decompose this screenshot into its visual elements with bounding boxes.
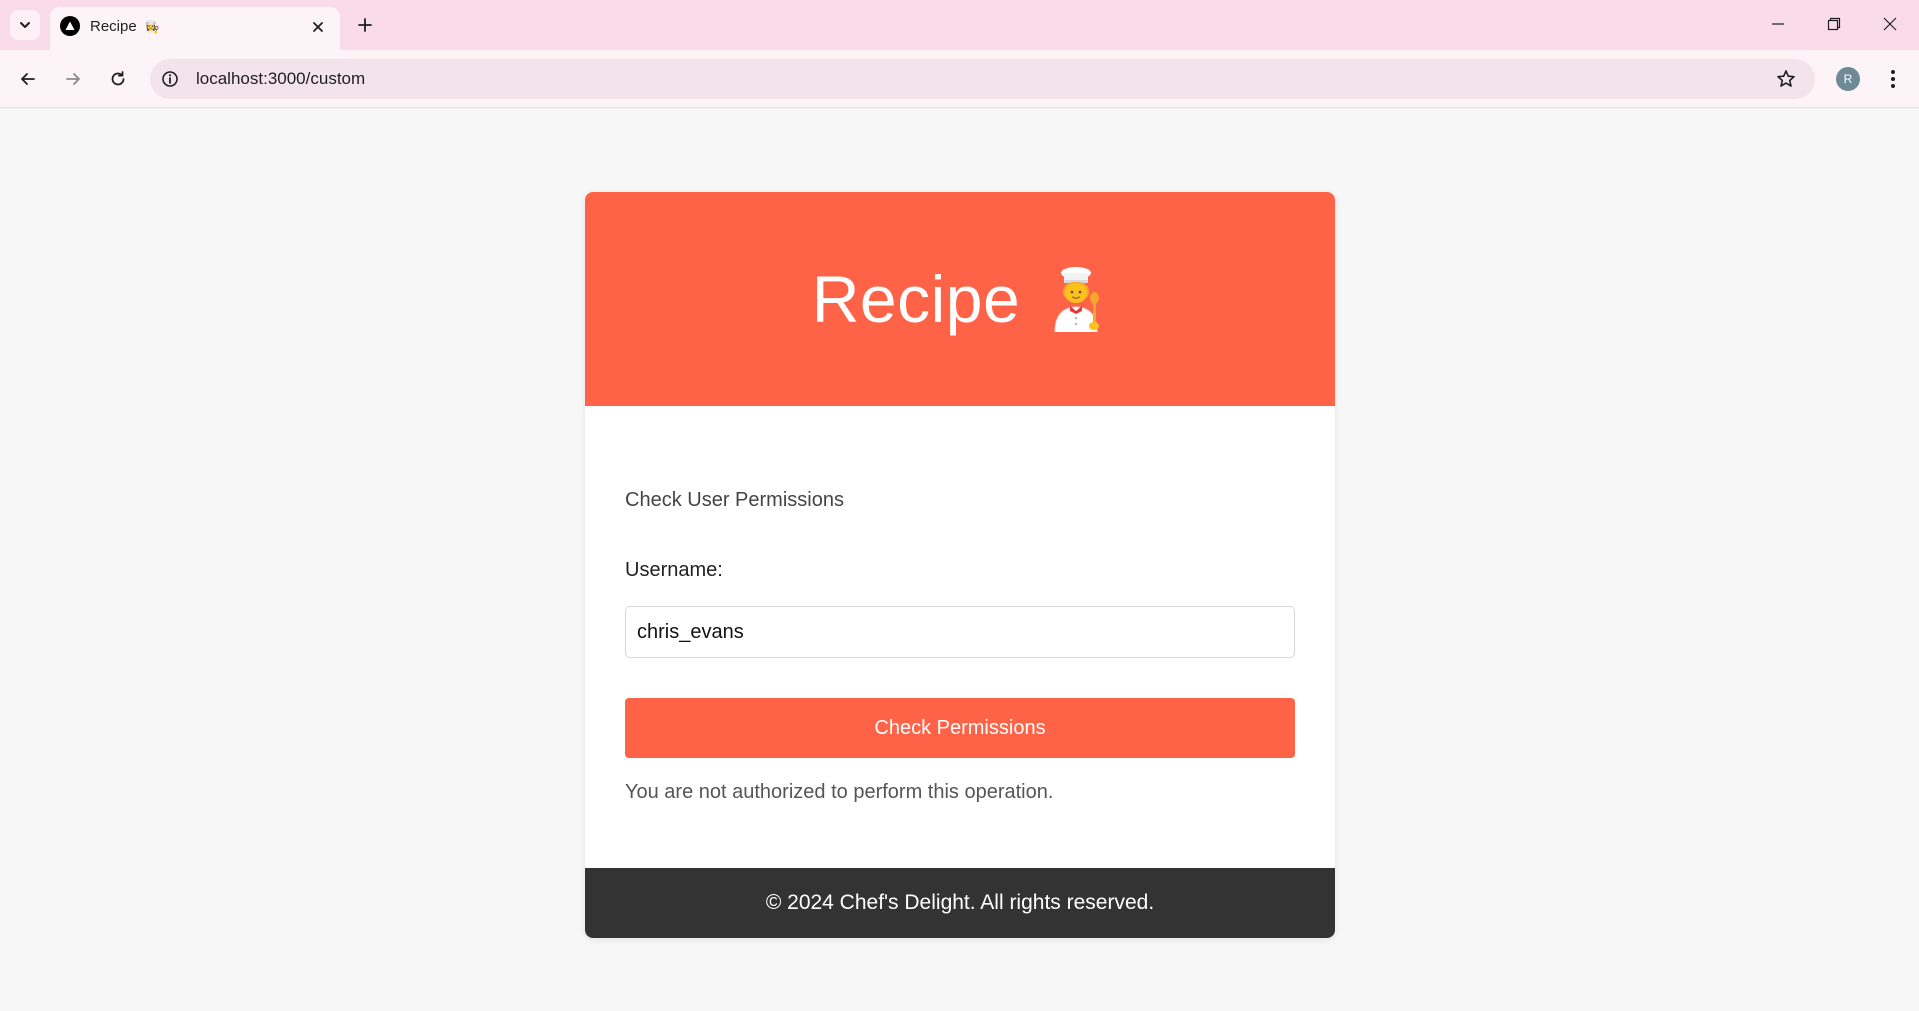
minimize-button[interactable] xyxy=(1758,8,1798,40)
chef-icon xyxy=(1054,267,1100,332)
reload-button[interactable] xyxy=(103,64,133,94)
reload-icon xyxy=(111,71,125,86)
restore-icon xyxy=(1827,17,1841,31)
favicon-icon xyxy=(60,16,80,36)
tab-search-button[interactable] xyxy=(10,10,40,40)
back-button[interactable] xyxy=(13,64,43,94)
tab-title: Recipe 👩‍🍳 xyxy=(90,18,160,35)
arrow-right-icon xyxy=(66,73,80,85)
chevron-down-icon xyxy=(20,22,30,28)
site-info-icon[interactable] xyxy=(160,69,180,89)
star-icon xyxy=(1777,70,1795,87)
restore-button[interactable] xyxy=(1814,8,1854,40)
minimize-icon xyxy=(1772,23,1784,25)
card-header: Recipe xyxy=(585,192,1335,406)
arrow-left-icon xyxy=(21,73,35,85)
browser-tab-bar: Recipe 👩‍🍳 xyxy=(0,0,1919,50)
forward-button[interactable] xyxy=(58,64,88,94)
url-text: localhost:3000/custom xyxy=(196,69,366,88)
recipe-card: Recipe Check User Permissions Username: … xyxy=(585,192,1335,938)
browser-toolbar: localhost:3000/custom xyxy=(0,50,1919,108)
section-label: Check User Permissions xyxy=(625,489,844,511)
close-icon xyxy=(313,22,323,32)
bookmark-star-button[interactable] xyxy=(1775,68,1797,90)
check-permissions-button[interactable]: Check Permissions xyxy=(625,698,1295,758)
browser-tab[interactable]: Recipe 👩‍🍳 xyxy=(50,7,340,50)
more-vert-icon xyxy=(1891,70,1895,88)
new-tab-button[interactable] xyxy=(352,12,378,38)
username-input[interactable] xyxy=(625,606,1295,658)
tab-close-button[interactable] xyxy=(308,17,328,37)
close-icon xyxy=(1883,17,1897,31)
chef-emoji-icon: 👩‍🍳 xyxy=(144,20,160,34)
address-bar[interactable]: localhost:3000/custom xyxy=(150,59,1815,99)
plus-icon xyxy=(358,18,372,32)
page-title: Recipe xyxy=(811,262,1021,336)
footer-text: © 2024 Chef's Delight. All rights reserv… xyxy=(765,891,1155,914)
username-label: Username: xyxy=(625,559,723,581)
result-message: You are not authorized to perform this o… xyxy=(625,781,1054,803)
browser-menu-button[interactable] xyxy=(1880,64,1906,94)
profile-avatar[interactable]: R xyxy=(1836,67,1860,91)
window-close-button[interactable] xyxy=(1870,8,1910,40)
card-footer: © 2024 Chef's Delight. All rights reserv… xyxy=(585,868,1335,938)
